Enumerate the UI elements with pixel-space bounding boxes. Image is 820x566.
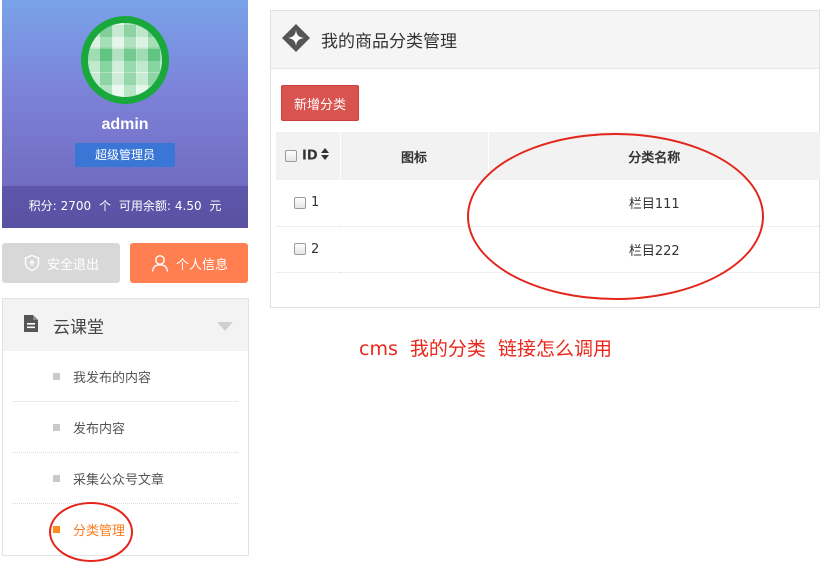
cell-id: 1	[276, 180, 340, 227]
column-label-id: ID	[302, 148, 318, 164]
document-icon	[23, 314, 39, 337]
menu-item-collect-articles[interactable]: 采集公众号文章	[13, 453, 238, 504]
annotation-ellipse	[467, 133, 764, 300]
diamond-logo-icon	[281, 23, 311, 57]
logout-button[interactable]: 安全退出	[2, 243, 120, 283]
menu-item-my-content[interactable]: 我发布的内容	[13, 351, 238, 402]
menu-section-header[interactable]: 云课堂	[3, 299, 248, 351]
row-checkbox[interactable]	[294, 243, 306, 255]
row-id: 1	[311, 195, 320, 211]
account-stats: 积分: 2700 个 可用余额: 4.50 元	[2, 186, 248, 228]
menu-section-title: 云课堂	[53, 317, 104, 338]
column-header-id[interactable]: ID	[276, 132, 341, 180]
balance-label: 可用余额:	[118, 199, 171, 213]
avatar[interactable]	[81, 16, 169, 104]
cell-icon	[340, 180, 488, 227]
column-header-icon: 图标	[340, 132, 489, 180]
select-all-checkbox[interactable]	[285, 150, 297, 162]
add-category-button[interactable]: 新增分类	[281, 85, 359, 121]
balance-unit: 元	[209, 199, 222, 213]
row-id: 2	[311, 241, 320, 257]
sort-icon[interactable]	[320, 148, 329, 164]
points-value: 2700	[60, 199, 92, 213]
user-icon	[150, 253, 170, 273]
points-label: 积分:	[28, 199, 57, 213]
balance-value: 4.50	[174, 199, 202, 213]
annotation-text: cms 我的分类 链接怎么调用	[359, 338, 613, 360]
profile-button[interactable]: 个人信息	[130, 243, 248, 283]
menu-item-label: 采集公众号文章	[73, 472, 165, 488]
bullet-icon	[53, 424, 60, 431]
username: admin	[101, 116, 149, 133]
profile-label: 个人信息	[175, 257, 228, 273]
avatar-image	[88, 23, 162, 97]
profile-card: admin 超级管理员 积分: 2700 个 可用余额: 4.50 元	[2, 0, 248, 228]
row-checkbox[interactable]	[294, 196, 306, 209]
bullet-icon	[53, 475, 60, 482]
cell-id: 2	[276, 226, 340, 273]
cell-icon	[340, 226, 488, 273]
menu-item-publish[interactable]: 发布内容	[13, 402, 238, 453]
shield-icon	[23, 254, 41, 272]
page-title: 我的商品分类管理	[321, 32, 457, 52]
points-unit: 个	[98, 199, 111, 213]
menu-item-label: 我发布的内容	[73, 370, 152, 386]
bullet-icon	[53, 373, 60, 380]
annotation-ellipse	[49, 502, 133, 562]
caret-down-icon	[217, 320, 233, 335]
role-badge: 超级管理员	[75, 143, 175, 167]
panel-header: 我的商品分类管理	[271, 11, 819, 69]
logout-label: 安全退出	[46, 257, 99, 273]
menu-item-label: 发布内容	[73, 421, 126, 437]
